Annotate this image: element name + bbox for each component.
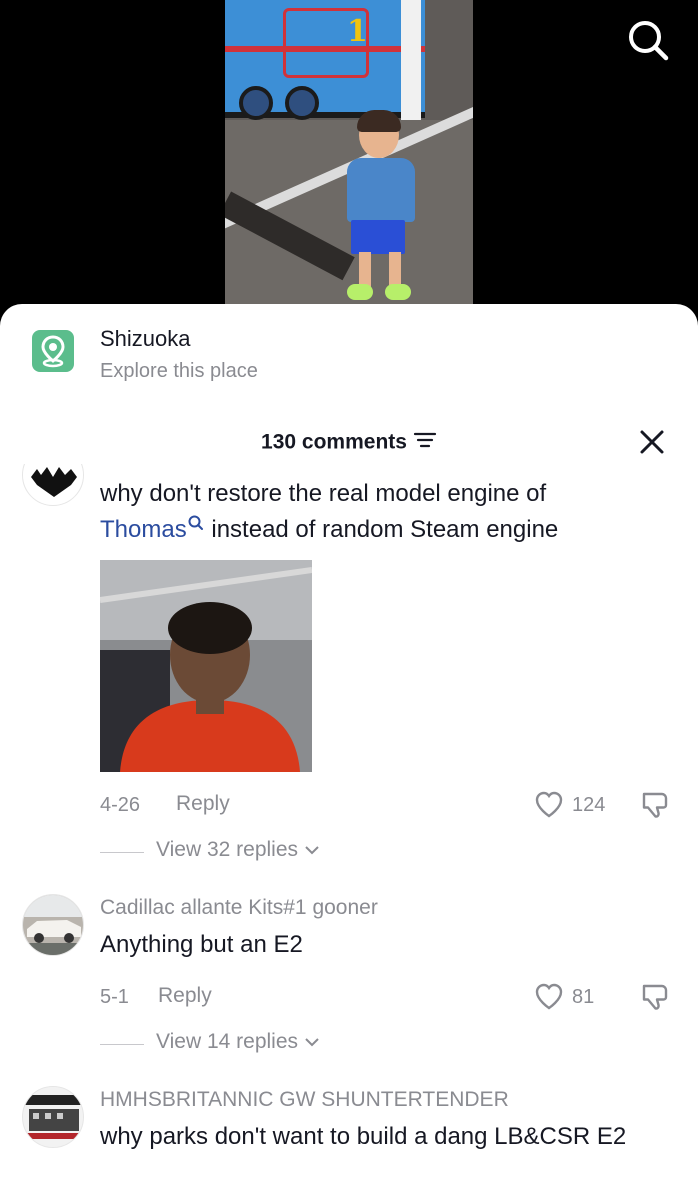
child-shirt [347, 158, 415, 222]
comment-username[interactable]: Cadillac allante Kits#1 gooner [100, 896, 378, 920]
location-subtitle: Explore this place [100, 360, 258, 382]
sort-icon[interactable] [413, 430, 437, 456]
view-replies-label: View 14 replies [156, 1030, 320, 1054]
train-wheel [285, 86, 319, 120]
comments-sheet: Shizuoka Explore this place 130 comments [0, 304, 698, 1200]
child-shorts [351, 220, 405, 254]
dislike-icon [642, 792, 668, 818]
comment-image[interactable] [100, 560, 312, 772]
comment-text: why parks don't want to build a dang LB&… [100, 1123, 627, 1150]
location-banner[interactable]: Shizuoka Explore this place [0, 304, 698, 414]
comment-text: Anything but an E2 [100, 931, 303, 958]
avatar[interactable] [22, 464, 84, 506]
reply-button[interactable]: Reply [158, 984, 212, 1008]
comment-date: 5-1 [100, 986, 129, 1008]
comment-username[interactable]: HMHSBRITANNIC GW SHUNTERTENDER [100, 1088, 509, 1112]
heart-icon [535, 791, 563, 818]
divider [100, 1044, 144, 1045]
comments-list[interactable]: why don't restore the real model engine … [0, 464, 698, 1200]
child-figure [347, 110, 417, 302]
comment-text-part: why don't restore the real model engine … [100, 480, 547, 507]
avatar[interactable] [22, 1086, 84, 1148]
comment-hashtag-link[interactable]: Thomas [100, 516, 187, 543]
search-button[interactable] [624, 16, 672, 64]
comments-count-label: 130 comments [261, 430, 407, 454]
comments-count-title: 130 comments [0, 430, 698, 456]
location-name: Shizuoka [100, 326, 191, 351]
location-pin-icon [32, 330, 74, 372]
train-wheel [239, 86, 273, 120]
station-pole [401, 0, 421, 120]
like-count: 124 [572, 794, 606, 816]
video-player[interactable]: 1 [0, 0, 698, 320]
search-icon [188, 515, 203, 530]
dislike-icon [642, 984, 668, 1010]
search-icon [629, 21, 669, 61]
like-button[interactable]: 124 [534, 790, 614, 820]
like-button[interactable]: 81 [534, 982, 604, 1012]
comment-text-part: instead of random Steam engine [211, 516, 559, 543]
heart-icon [535, 983, 563, 1010]
video-frame[interactable]: 1 [225, 0, 473, 310]
avatar[interactable] [22, 894, 84, 956]
chevron-down-icon [305, 846, 319, 855]
view-replies-label: View 32 replies [156, 838, 320, 862]
view-replies-button[interactable]: View 14 replies [100, 1030, 360, 1060]
view-replies-button[interactable]: View 32 replies [100, 838, 360, 868]
reply-button[interactable]: Reply [176, 792, 230, 816]
comment-date: 4-26 [100, 794, 141, 816]
divider [100, 852, 144, 853]
dislike-button[interactable] [640, 982, 670, 1012]
child-leg [389, 252, 401, 288]
like-count: 81 [572, 986, 595, 1008]
child-leg [359, 252, 371, 288]
comments-header: 130 comments [0, 422, 698, 462]
close-icon [640, 430, 664, 454]
chevron-down-icon [305, 1038, 319, 1047]
comment-text: why don't restore the real model engine … [100, 476, 680, 548]
dislike-button[interactable] [640, 790, 670, 820]
child-hair [357, 110, 401, 132]
child-shoe [347, 284, 373, 300]
child-shoe [385, 284, 411, 300]
train-image: 1 [225, 0, 425, 120]
close-button[interactable] [638, 428, 666, 456]
train-number: 1 [347, 14, 368, 49]
